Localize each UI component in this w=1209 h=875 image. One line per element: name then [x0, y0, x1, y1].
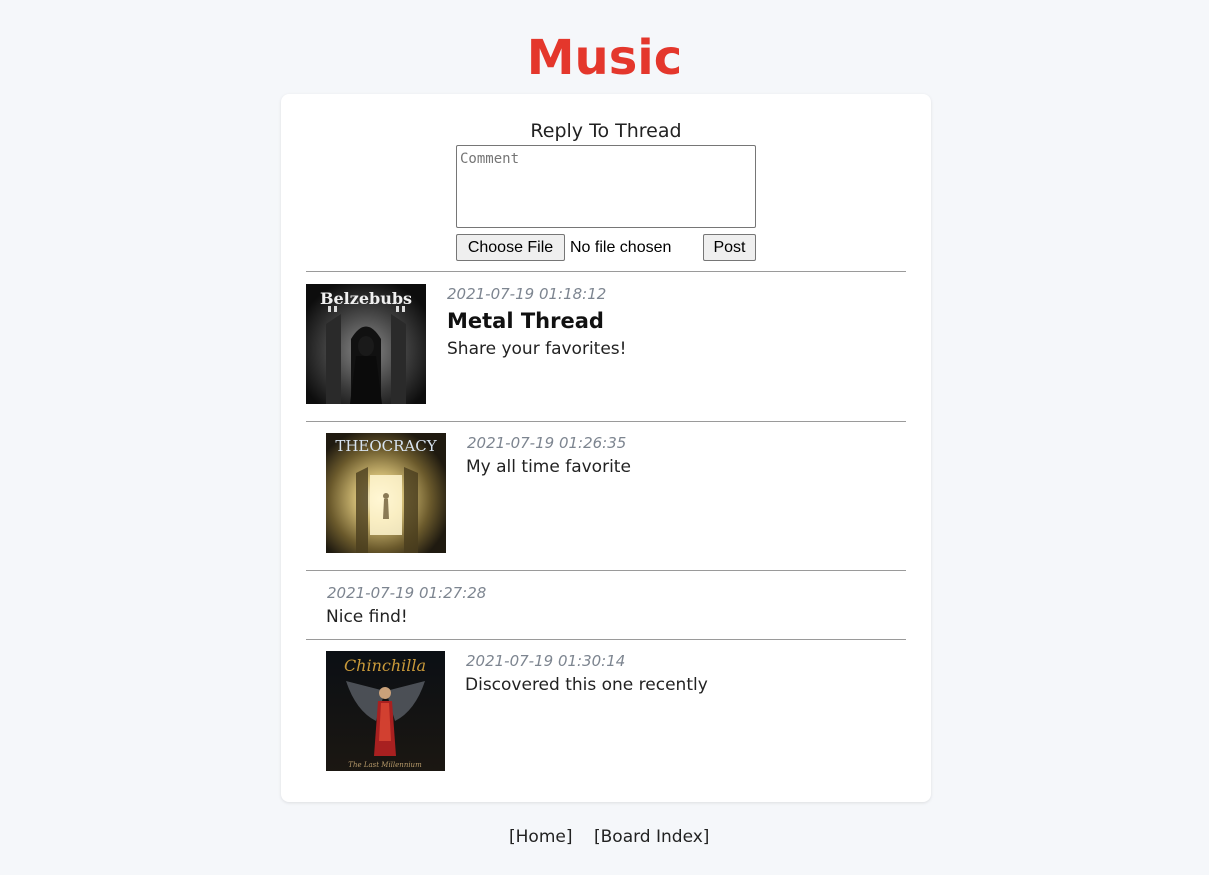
board-title: Music — [526, 30, 683, 86]
op-image-text: Belzebubs — [320, 289, 412, 308]
choose-file-button[interactable]: Choose File — [456, 234, 565, 261]
reply-message: My all time favorite — [466, 457, 631, 477]
reply-image[interactable]: Chinchilla The Last Millennium — [326, 651, 445, 771]
op-timestamp: 2021-07-19 01:18:12 — [447, 285, 607, 303]
divider — [306, 570, 906, 571]
reply-image-text: Chinchilla — [344, 656, 426, 675]
reply-image-text: THEOCRACY — [335, 437, 437, 455]
divider — [306, 639, 906, 640]
reply-timestamp: 2021-07-19 01:27:28 — [327, 584, 487, 602]
reply-timestamp: 2021-07-19 01:30:14 — [466, 652, 626, 670]
reply-image-subtext: The Last Millennium — [348, 761, 422, 769]
divider — [306, 271, 906, 272]
op-image[interactable]: Belzebubs — [306, 284, 426, 404]
board-index-link[interactable]: [Board Index] — [594, 826, 709, 848]
reply-message: Nice find! — [326, 607, 408, 627]
thread-title: Metal Thread — [447, 309, 604, 333]
divider — [306, 421, 906, 422]
reply-message: Discovered this one recently — [465, 675, 708, 695]
file-status-text: No file chosen — [570, 239, 672, 256]
op-message: Share your favorites! — [447, 339, 627, 359]
home-link[interactable]: [Home] — [509, 826, 572, 848]
reply-timestamp: 2021-07-19 01:26:35 — [467, 434, 627, 452]
thread-card: Reply To Thread Choose File No file chos… — [281, 94, 931, 802]
comment-input[interactable] — [456, 145, 756, 228]
post-button[interactable]: Post — [703, 234, 756, 261]
reply-heading: Reply To Thread — [530, 120, 682, 142]
reply-image[interactable]: THEOCRACY — [326, 433, 446, 553]
